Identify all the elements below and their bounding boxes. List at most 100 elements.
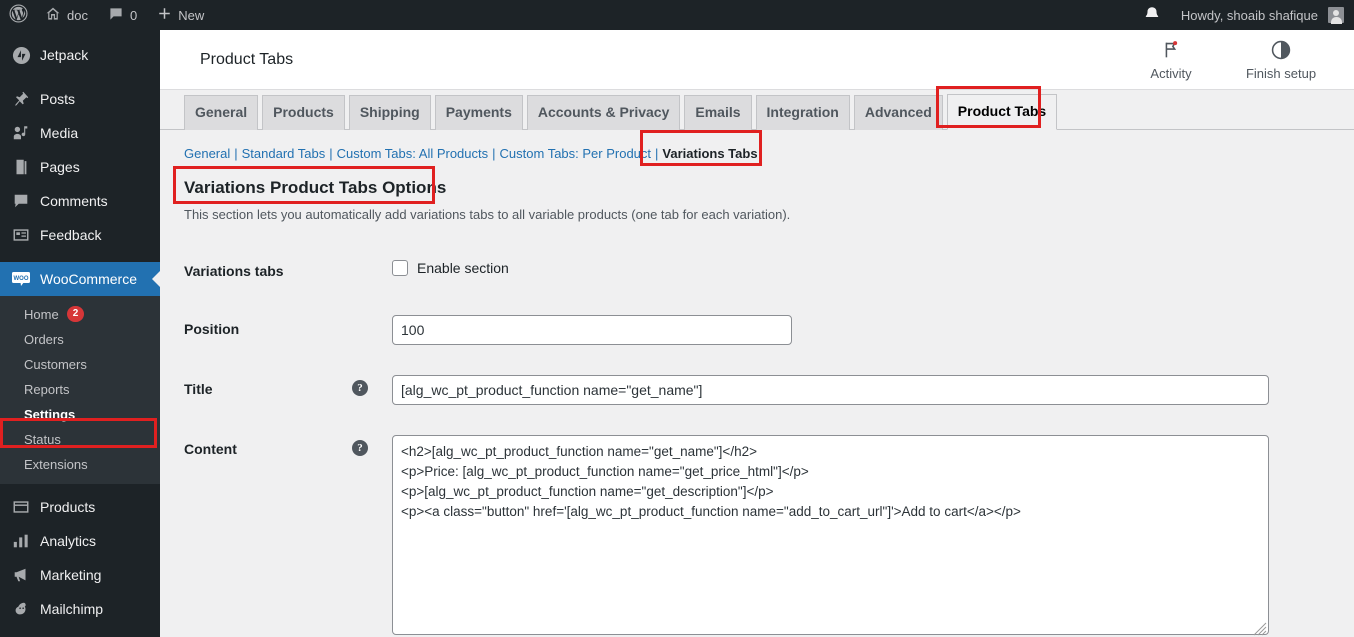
submenu-item-label: Home: [24, 306, 59, 322]
sidebar-item-label: Comments: [40, 193, 108, 209]
tab-emails[interactable]: Emails: [684, 95, 752, 130]
tab-shipping[interactable]: Shipping: [348, 95, 431, 130]
header-actions: Activity Finish setup: [1132, 38, 1330, 81]
sidebar-item-label: Pages: [40, 159, 80, 175]
table-row-variations-tabs: Variations tabs Enable section: [160, 242, 1354, 300]
title-input[interactable]: [392, 375, 1269, 406]
main-content-area: Product Tabs Activity Finish setup Gener…: [160, 30, 1354, 637]
half-circle-progress-icon: [1270, 38, 1292, 62]
field-label-content: Content: [184, 441, 237, 458]
media-icon: [11, 124, 31, 142]
submenu-item-label: Orders: [24, 332, 64, 347]
sidebar-item-woocommerce[interactable]: WOO WooCommerce: [0, 262, 160, 296]
tab-general[interactable]: General: [184, 95, 259, 130]
page-icon: [11, 158, 31, 176]
subnav-variations-tabs[interactable]: Variations Tabs: [662, 146, 757, 161]
section-heading: Variations Product Tabs Options: [184, 178, 447, 197]
question-mark-icon[interactable]: ?: [352, 440, 368, 457]
subnav-custom-tabs-per-product[interactable]: Custom Tabs: Per Product: [500, 146, 652, 161]
submenu-item-label: Settings: [24, 407, 76, 422]
field-label-title: Title: [184, 381, 213, 398]
subnav-standard-tabs[interactable]: Standard Tabs: [242, 146, 326, 161]
page-title: Product Tabs: [200, 50, 294, 68]
sidebar-item-label: Jetpack: [40, 47, 89, 63]
submenu-item-extensions[interactable]: Extensions: [0, 452, 160, 477]
my-account-button[interactable]: Howdy, shoaib shafique: [1171, 0, 1354, 30]
tab-accounts-privacy[interactable]: Accounts & Privacy: [526, 95, 681, 130]
sidebar-item-comments[interactable]: Comments: [0, 184, 160, 218]
tab-integration[interactable]: Integration: [755, 95, 850, 130]
wordpress-logo-button[interactable]: [0, 0, 35, 30]
settings-form-table: Variations tabs Enable section Position …: [160, 242, 1354, 637]
tab-product-tabs[interactable]: Product Tabs: [946, 94, 1058, 130]
sidebar-item-analytics[interactable]: Analytics: [0, 524, 160, 558]
enable-section-checkbox-wrap[interactable]: Enable section: [392, 257, 1344, 276]
submenu-item-customers[interactable]: Customers: [0, 352, 160, 377]
subnav-separator: |: [492, 145, 496, 161]
megaphone-icon: [11, 566, 31, 584]
subnav-custom-tabs-all-products[interactable]: Custom Tabs: All Products: [337, 146, 489, 161]
sidebar-item-label: Posts: [40, 91, 76, 107]
submenu-item-home[interactable]: Home 2: [0, 301, 160, 327]
enable-section-label: Enable section: [417, 260, 509, 276]
menu-separator: [0, 72, 160, 82]
table-row-title: Title ?: [160, 360, 1354, 420]
submenu-item-orders[interactable]: Orders: [0, 327, 160, 352]
comment-bubble-icon: [108, 6, 124, 25]
home-icon: [45, 6, 61, 25]
submenu-item-settings[interactable]: Settings: [0, 402, 160, 427]
feedback-icon: [11, 226, 31, 244]
sidebar-item-jetpack[interactable]: Jetpack: [0, 38, 160, 72]
submenu-item-label: Customers: [24, 357, 87, 372]
subnav-separator: |: [234, 145, 238, 161]
woocommerce-page-header: Product Tabs Activity Finish setup: [160, 30, 1354, 90]
sidebar-item-products[interactable]: Products: [0, 490, 160, 524]
submenu-item-label: Extensions: [24, 457, 88, 472]
submenu-item-label: Reports: [24, 382, 70, 397]
sidebar-item-media[interactable]: Media: [0, 116, 160, 150]
tab-payments[interactable]: Payments: [434, 95, 523, 130]
bar-chart-icon: [11, 532, 31, 550]
subnav-separator: |: [329, 145, 333, 161]
position-input[interactable]: [392, 315, 792, 346]
activity-label: Activity: [1150, 66, 1192, 81]
home-update-badge: 2: [66, 306, 85, 322]
plus-icon: [157, 6, 172, 24]
menu-separator: [0, 252, 160, 262]
submenu-item-reports[interactable]: Reports: [0, 377, 160, 402]
subnav-general[interactable]: General: [184, 146, 230, 161]
activity-button[interactable]: Activity: [1132, 38, 1210, 81]
question-mark-icon[interactable]: ?: [352, 380, 368, 397]
sidebar-item-label: WooCommerce: [40, 271, 137, 287]
tab-advanced[interactable]: Advanced: [853, 95, 943, 130]
table-row-position: Position: [160, 300, 1354, 360]
admin-bar-right: Howdy, shoaib shafique: [1133, 0, 1354, 30]
sidebar-item-feedback[interactable]: Feedback: [0, 218, 160, 252]
comment-bubble-icon: [11, 192, 31, 210]
submenu-item-status[interactable]: Status: [0, 427, 160, 452]
tab-products[interactable]: Products: [262, 95, 345, 130]
field-label-position: Position: [184, 321, 240, 338]
finish-setup-button[interactable]: Finish setup: [1242, 38, 1320, 81]
sidebar-item-label: Analytics: [40, 533, 97, 549]
woo-icon: WOO: [11, 269, 31, 289]
enable-section-checkbox[interactable]: [392, 260, 408, 276]
svg-text:WOO: WOO: [14, 276, 29, 282]
bell-icon: [1143, 5, 1161, 26]
comments-button[interactable]: 0: [98, 0, 147, 30]
sidebar-item-label: Feedback: [40, 227, 102, 243]
howdy-label: Howdy, shoaib shafique: [1180, 7, 1318, 23]
sidebar-item-mailchimp[interactable]: Mailchimp: [0, 592, 160, 626]
comments-count: 0: [129, 7, 138, 23]
sidebar-item-pages[interactable]: Pages: [0, 150, 160, 184]
sidebar-item-label: Media: [40, 125, 79, 141]
new-content-button[interactable]: New: [147, 0, 214, 30]
sidebar-item-marketing[interactable]: Marketing: [0, 558, 160, 592]
sidebar-item-posts[interactable]: Posts: [0, 82, 160, 116]
site-name-button[interactable]: doc: [35, 0, 98, 30]
notifications-button[interactable]: [1133, 0, 1171, 30]
woocommerce-submenu: Home 2 Orders Customers Reports Settings…: [0, 296, 160, 484]
pin-icon: [11, 90, 31, 108]
content-textarea[interactable]: <h2>[alg_wc_pt_product_function name="ge…: [392, 435, 1269, 636]
section-description: This section lets you automatically add …: [184, 207, 791, 222]
